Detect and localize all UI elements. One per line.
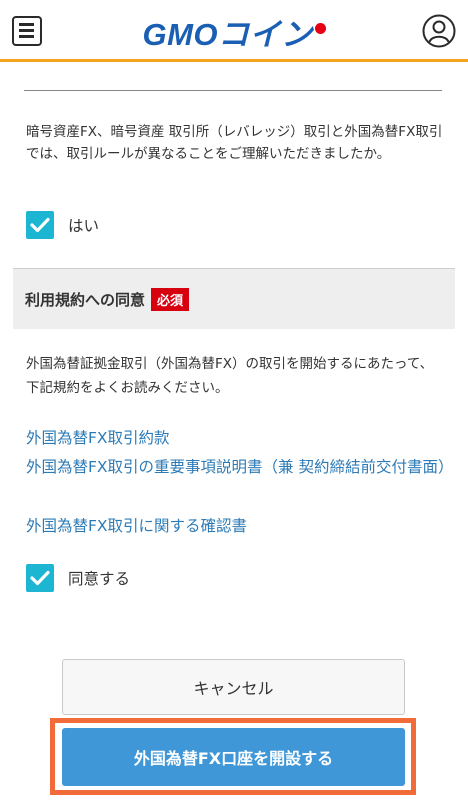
- agree-checkbox-label: 同意する: [68, 570, 131, 588]
- checkmark-icon: [30, 217, 50, 233]
- checkmark-icon: [30, 570, 50, 586]
- terms-link-agreement[interactable]: 外国為替FX取引約款: [26, 424, 446, 453]
- cancel-button[interactable]: キャンセル: [62, 659, 405, 715]
- section-divider: [24, 90, 442, 91]
- confirmation-question: 暗号資産FX、暗号資産 取引所（レバレッジ）取引と外国為替FX取引では、取引ルー…: [26, 124, 443, 162]
- terms-link-confirmation[interactable]: 外国為替FX取引に関する確認書: [26, 512, 446, 541]
- agree-checkbox-row[interactable]: 同意する: [26, 564, 130, 592]
- app-header: GMOコイン: [0, 0, 468, 62]
- terms-section-title: 利用規約への同意: [25, 290, 146, 309]
- open-fx-account-button[interactable]: 外国為替FX口座を開設する: [62, 728, 405, 786]
- understood-checkbox[interactable]: [26, 211, 54, 239]
- gmo-coin-logo[interactable]: GMOコイン: [0, 9, 468, 54]
- required-badge: 必須: [151, 287, 190, 311]
- terms-intro-text: 外国為替証拠金取引（外国為替FX）の取引を開始するにあたって、下記規約をよくお読…: [26, 356, 434, 396]
- understood-checkbox-label: はい: [68, 217, 100, 235]
- agree-checkbox[interactable]: [26, 564, 54, 592]
- terms-link-important-matters[interactable]: 外国為替FX取引の重要事項説明書（兼 契約締結前交付書面）: [26, 453, 453, 482]
- understood-checkbox-row[interactable]: はい: [26, 211, 99, 239]
- user-account-icon[interactable]: [422, 14, 456, 48]
- terms-section-header: 利用規約への同意 必須: [13, 268, 455, 329]
